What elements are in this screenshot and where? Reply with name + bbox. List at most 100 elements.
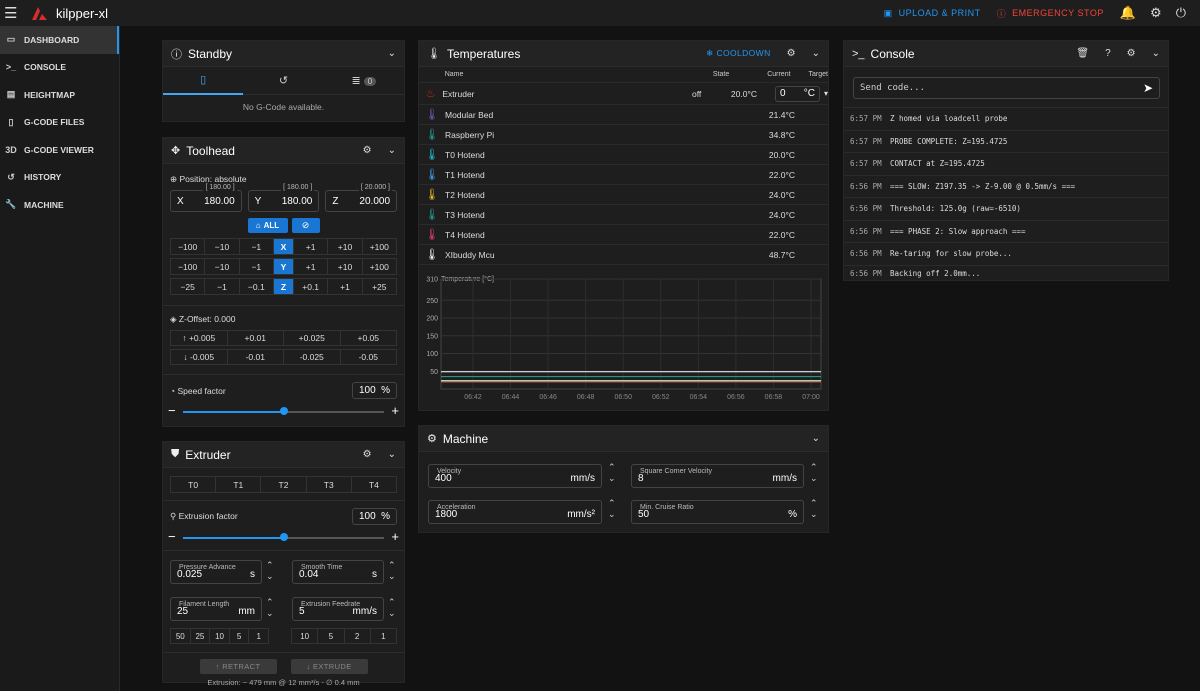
move-button[interactable]: +10	[328, 239, 363, 254]
minus-icon[interactable]: −	[168, 404, 176, 418]
preset-button[interactable]: 10	[292, 629, 319, 643]
settings-icon[interactable]: ⚙	[1150, 5, 1162, 21]
chevron-down-icon[interactable]: ⌄	[388, 449, 396, 460]
scv-stepper[interactable]: ⌃ ⌄	[810, 462, 818, 484]
move-button[interactable]: −0.1	[240, 279, 274, 294]
zoffset-down-button[interactable]: -0.01	[228, 350, 284, 364]
send-code-input[interactable]: Send code... ➤	[853, 77, 1160, 99]
filament-length-field[interactable]: Filament Length 25 mm	[170, 597, 262, 621]
zoffset-up-button[interactable]: +0.01	[228, 331, 284, 345]
home-x-button[interactable]: X	[273, 239, 294, 254]
cooldown-button[interactable]: ❄ COOLDOWN	[706, 48, 771, 59]
preset-button[interactable]: 50	[171, 629, 191, 643]
chevron-down-icon[interactable]: ⌄	[388, 608, 396, 618]
chevron-down-icon[interactable]: ⌄	[388, 48, 396, 59]
move-button[interactable]: −100	[171, 239, 206, 254]
preset-button[interactable]: 1	[249, 629, 268, 643]
tool-button[interactable]: T0	[171, 477, 217, 492]
move-button[interactable]: +10	[328, 259, 363, 274]
move-button[interactable]: +25	[363, 279, 396, 294]
trash-icon[interactable]: 🗑	[1076, 48, 1089, 59]
chevron-up-icon[interactable]: ⌃	[266, 560, 274, 570]
chevron-down-icon[interactable]: ⌄	[388, 145, 396, 156]
slider-knob[interactable]	[279, 533, 288, 541]
acceleration-field[interactable]: Acceleration 1800 mm/s²	[428, 500, 602, 524]
slider-knob[interactable]	[279, 407, 288, 415]
chevron-down-icon[interactable]: ⌄	[266, 608, 274, 618]
speed-factor-slider[interactable]: − +	[163, 404, 404, 418]
sidebar-item-gcode-viewer[interactable]: 3D G-CODE VIEWER	[0, 136, 119, 164]
accel-stepper[interactable]: ⌃ ⌄	[608, 498, 616, 520]
plus-icon[interactable]: +	[391, 404, 399, 418]
sidebar-item-history[interactable]: ↺ HISTORY	[0, 164, 119, 192]
move-button[interactable]: +100	[363, 239, 396, 254]
zoffset-up-button[interactable]: +0.025	[284, 331, 341, 345]
move-button[interactable]: −1	[205, 279, 240, 294]
sidebar-item-machine[interactable]: 🔧 MACHINE	[0, 191, 119, 219]
plus-icon[interactable]: +	[391, 530, 399, 544]
extrusion-factor-slider[interactable]: − +	[163, 530, 404, 544]
extrusion-factor-input[interactable]: 100 %	[352, 508, 397, 525]
z-position-field[interactable]: [ 20.000 ] Z 20.000	[325, 184, 398, 212]
home-y-button[interactable]: Y	[273, 259, 294, 274]
minus-icon[interactable]: −	[168, 530, 176, 544]
tool-button[interactable]: T3	[307, 477, 352, 492]
move-button[interactable]: −1	[240, 259, 274, 274]
move-button[interactable]: −100	[171, 259, 206, 274]
chevron-up-icon[interactable]: ⌃	[608, 462, 616, 472]
preset-button[interactable]: 10	[210, 629, 230, 643]
fl-stepper[interactable]: ⌃ ⌄	[266, 597, 274, 619]
preset-button[interactable]: 5	[230, 629, 250, 643]
chevron-down-icon[interactable]: ⌄	[812, 433, 820, 444]
move-button[interactable]: −25	[171, 279, 206, 294]
sidebar-item-heightmap[interactable]: ▤ HEIGHTMAP	[0, 81, 119, 109]
gear-icon[interactable]: ⚙	[787, 48, 796, 59]
bell-icon[interactable]: 🔔	[1120, 5, 1136, 21]
sidebar-item-console[interactable]: >_ CONSOLE	[0, 54, 119, 82]
mcr-stepper[interactable]: ⌃ ⌄	[810, 498, 818, 520]
zoffset-up-button[interactable]: ↑ +0.005	[171, 331, 228, 345]
move-button[interactable]: +1	[294, 239, 329, 254]
preset-button[interactable]: 2	[345, 629, 371, 643]
chevron-up-icon[interactable]: ⌃	[810, 498, 818, 508]
zoffset-down-button[interactable]: -0.025	[284, 350, 341, 364]
st-stepper[interactable]: ⌃ ⌄	[388, 560, 396, 582]
y-position-field[interactable]: [ 180.00 ] Y 180.00	[247, 184, 320, 212]
sidebar-item-dashboard[interactable]: ▭ DASHBOARD	[0, 26, 119, 54]
square-corner-velocity-field[interactable]: Square Corner Velocity 8 mm/s	[631, 464, 804, 488]
chevron-down-icon[interactable]: ▾	[824, 89, 828, 98]
tool-button[interactable]: T1	[216, 477, 262, 492]
chevron-up-icon[interactable]: ⌃	[608, 498, 616, 508]
preset-button[interactable]: 5	[318, 629, 345, 643]
motors-off-button[interactable]: ⊘	[291, 218, 320, 233]
move-button[interactable]: +1	[328, 279, 363, 294]
gear-icon[interactable]: ⚙	[363, 145, 372, 156]
tool-button[interactable]: T2	[261, 477, 307, 492]
tab-files[interactable]: ▯	[163, 67, 244, 95]
move-button[interactable]: +1	[294, 259, 329, 274]
move-button[interactable]: −10	[205, 239, 240, 254]
chevron-down-icon[interactable]: ⌄	[266, 571, 274, 581]
extrude-button[interactable]: ↓ EXTRUDE	[290, 659, 368, 674]
x-position-field[interactable]: [ 180.00 ] X 180.00	[170, 184, 242, 212]
move-button[interactable]: +0.1	[294, 279, 329, 294]
chevron-down-icon[interactable]: ⌄	[1152, 48, 1160, 59]
chevron-down-icon[interactable]: ⌄	[608, 473, 616, 483]
chevron-up-icon[interactable]: ⌃	[266, 597, 274, 607]
gear-icon[interactable]: ⚙	[363, 449, 372, 460]
target-temp-input[interactable]: 0 °C	[775, 85, 820, 102]
zoffset-down-button[interactable]: -0.05	[341, 350, 397, 364]
chevron-up-icon[interactable]: ⌃	[810, 462, 818, 472]
help-icon[interactable]: ?	[1105, 48, 1111, 59]
power-icon[interactable]: ⏻	[1176, 5, 1186, 21]
min-cruise-ratio-field[interactable]: Min. Cruise Ratio 50 %	[631, 500, 804, 524]
ef-stepper[interactable]: ⌃ ⌄	[388, 597, 396, 619]
smooth-time-field[interactable]: Smooth Time 0.04 s	[292, 560, 384, 584]
gear-icon[interactable]: ⚙	[1127, 48, 1136, 59]
send-icon[interactable]: ➤	[1143, 81, 1153, 95]
chevron-down-icon[interactable]: ⌄	[388, 571, 396, 581]
velocity-stepper[interactable]: ⌃ ⌄	[608, 462, 616, 484]
tab-history[interactable]: ↺	[243, 74, 323, 87]
menu-icon[interactable]: ☰	[4, 4, 24, 22]
chevron-down-icon[interactable]: ⌄	[812, 48, 820, 59]
